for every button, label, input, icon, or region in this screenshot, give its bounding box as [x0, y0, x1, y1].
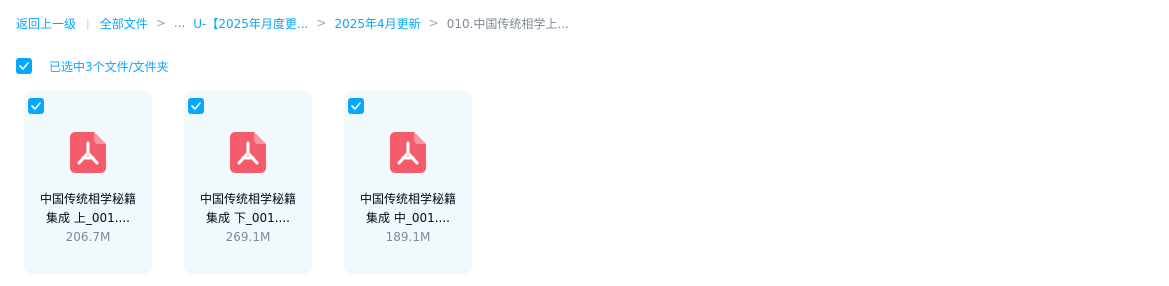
file-checkbox[interactable] [348, 98, 364, 114]
breadcrumb-divider: | [86, 16, 90, 30]
chevron-right-icon: > [316, 16, 327, 30]
breadcrumb-current: 010.中国传统相学上... [446, 16, 569, 31]
file-card[interactable]: 中国传统相学秘籍 集成 中_001.... 189.1M [344, 91, 472, 274]
check-icon [31, 102, 41, 110]
file-name-line: 集成 上_001.... [46, 211, 130, 225]
file-checkbox[interactable] [188, 98, 204, 114]
file-name-line: 集成 下_001.... [206, 211, 290, 225]
file-size: 206.7M [65, 230, 111, 244]
chevron-right-icon: > [155, 16, 166, 30]
file-card[interactable]: 中国传统相学秘籍 集成 下_001.... 269.1M [184, 91, 312, 274]
file-checkbox[interactable] [28, 98, 44, 114]
selection-count-label: 已选中3个文件/文件夹 [49, 59, 169, 74]
breadcrumb-ellipsis[interactable]: ... [174, 16, 185, 30]
breadcrumb-all-files[interactable]: 全部文件 [100, 15, 148, 32]
file-name-line: 中国传统相学秘籍 [359, 192, 456, 206]
check-icon [191, 102, 201, 110]
selection-bar: 已选中3个文件/文件夹 [16, 58, 169, 74]
check-icon [19, 62, 29, 70]
file-size: 269.1M [225, 230, 271, 244]
check-icon [351, 102, 361, 110]
file-size: 189.1M [385, 230, 431, 244]
pdf-icon [390, 132, 426, 173]
file-name-line: 中国传统相学秘籍 [199, 192, 296, 206]
file-grid: 中国传统相学秘籍 集成 上_001.... 206.7M 中国传统相学秘籍 集成… [24, 91, 504, 274]
breadcrumb-folder-monthly[interactable]: U-【2025年月度更... [193, 15, 308, 32]
back-link[interactable]: 返回上一级 [16, 15, 76, 32]
file-name: 中国传统相学秘籍 集成 中_001.... [348, 190, 468, 228]
file-name-line: 集成 中_001.... [366, 211, 450, 225]
file-name: 中国传统相学秘籍 集成 上_001.... [28, 190, 148, 228]
file-name: 中国传统相学秘籍 集成 下_001.... [188, 190, 308, 228]
select-all-checkbox[interactable] [16, 58, 32, 74]
breadcrumb: 返回上一级 | 全部文件 > ... U-【2025年月度更... > 2025… [16, 14, 569, 32]
breadcrumb-folder-april[interactable]: 2025年4月更新 [334, 15, 420, 32]
file-name-line: 中国传统相学秘籍 [39, 192, 136, 206]
file-card[interactable]: 中国传统相学秘籍 集成 上_001.... 206.7M [24, 91, 152, 274]
chevron-right-icon: > [428, 16, 439, 30]
pdf-icon [70, 132, 106, 173]
pdf-icon [230, 132, 266, 173]
